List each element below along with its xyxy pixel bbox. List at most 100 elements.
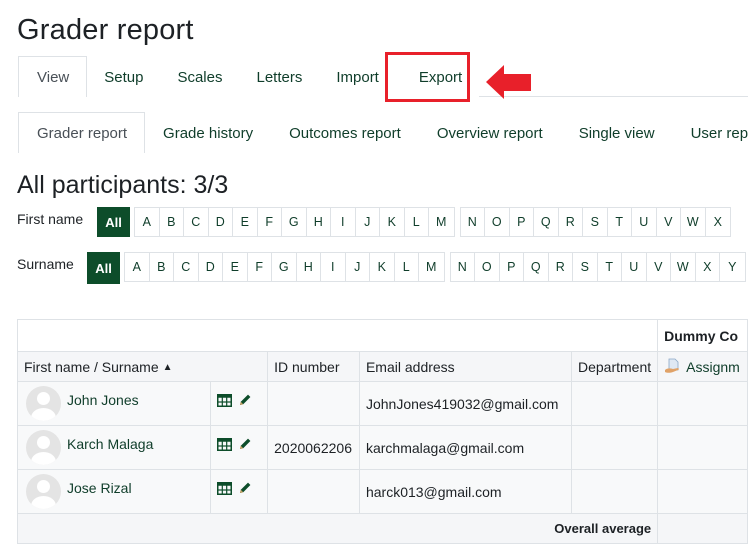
first-name-initial-m[interactable]: M bbox=[429, 208, 454, 236]
surname-initial-s[interactable]: S bbox=[573, 253, 598, 281]
tab-scales[interactable]: Scales bbox=[160, 56, 240, 97]
name-column-label[interactable]: First name / Surname bbox=[24, 359, 159, 375]
first-name-initial-k[interactable]: K bbox=[380, 208, 405, 236]
first-name-initial-u[interactable]: U bbox=[632, 208, 657, 236]
first-name-group-a-m: ABCDEFGHIJKLM bbox=[134, 207, 455, 237]
first-name-initial-a[interactable]: A bbox=[135, 208, 160, 236]
name-column-header[interactable]: First name / Surname ▲ bbox=[16, 351, 269, 382]
tab-export[interactable]: Export bbox=[395, 56, 480, 97]
surname-initial-u[interactable]: U bbox=[622, 253, 647, 281]
first-name-all-button[interactable]: All bbox=[97, 207, 130, 237]
surname-initial-f[interactable]: F bbox=[248, 253, 272, 281]
edit-pencil-icon[interactable] bbox=[238, 481, 252, 498]
sort-ascending-icon[interactable]: ▲ bbox=[163, 362, 173, 373]
assignment-link[interactable]: Assignm bbox=[686, 359, 740, 375]
table-row: Jose Rizal harck013@gmail.com bbox=[17, 469, 748, 514]
tab-user-report[interactable]: User report bbox=[672, 112, 748, 153]
first-name-initial-i[interactable]: I bbox=[331, 208, 356, 236]
first-name-initial-j[interactable]: J bbox=[356, 208, 380, 236]
surname-initial-e[interactable]: E bbox=[223, 253, 248, 281]
first-name-initial-o[interactable]: O bbox=[485, 208, 510, 236]
surname-initial-k[interactable]: K bbox=[370, 253, 395, 281]
first-name-initial-t[interactable]: T bbox=[608, 208, 632, 236]
user-report-grid-icon[interactable] bbox=[216, 481, 232, 498]
first-name-initial-x[interactable]: X bbox=[706, 208, 731, 236]
surname-initial-v[interactable]: V bbox=[647, 253, 671, 281]
surname-initial-t[interactable]: T bbox=[598, 253, 622, 281]
department-column-header[interactable]: Department bbox=[570, 351, 659, 382]
edit-pencil-icon[interactable] bbox=[238, 437, 252, 454]
tab-letters[interactable]: Letters bbox=[239, 56, 320, 97]
user-report-grid-icon[interactable] bbox=[216, 437, 232, 454]
assignment-grade-cell[interactable] bbox=[657, 425, 748, 470]
surname-initial-r[interactable]: R bbox=[549, 253, 573, 281]
user-name-link[interactable]: Jose Rizal bbox=[67, 480, 132, 496]
surname-initial-c[interactable]: C bbox=[174, 253, 199, 281]
surname-initial-w[interactable]: W bbox=[671, 253, 696, 281]
first-name-initial-v[interactable]: V bbox=[657, 208, 681, 236]
first-name-initial-d[interactable]: D bbox=[209, 208, 233, 236]
page-title: Grader report bbox=[17, 14, 194, 46]
surname-filter: Surname All ABCDEFGHIJKLM NOPQRSTUVWXY bbox=[17, 252, 748, 284]
first-name-initial-r[interactable]: R bbox=[559, 208, 583, 236]
surname-initial-j[interactable]: J bbox=[346, 253, 370, 281]
avatar[interactable] bbox=[26, 430, 61, 465]
surname-initial-h[interactable]: H bbox=[297, 253, 321, 281]
surname-initial-x[interactable]: X bbox=[696, 253, 720, 281]
first-name-initial-l[interactable]: L bbox=[405, 208, 429, 236]
surname-initial-l[interactable]: L bbox=[395, 253, 419, 281]
surname-initial-y[interactable]: Y bbox=[720, 253, 745, 281]
first-name-initial-c[interactable]: C bbox=[184, 208, 209, 236]
first-name-initial-n[interactable]: N bbox=[461, 208, 485, 236]
first-name-initial-w[interactable]: W bbox=[681, 208, 706, 236]
tab-single-view[interactable]: Single view bbox=[560, 112, 673, 153]
user-name-link[interactable]: John Jones bbox=[67, 392, 139, 408]
overall-average-row: Overall average bbox=[16, 513, 748, 544]
table-column-header-row: First name / Surname ▲ ID number Email ad… bbox=[16, 351, 748, 382]
surname-initial-d[interactable]: D bbox=[199, 253, 223, 281]
participants-heading: All participants: 3/3 bbox=[17, 171, 229, 199]
assignment-grade-cell[interactable] bbox=[657, 469, 748, 514]
tab-import[interactable]: Import bbox=[319, 56, 396, 97]
user-actions-cell bbox=[209, 381, 269, 426]
left-arrow-icon bbox=[486, 65, 531, 99]
first-name-initial-g[interactable]: G bbox=[282, 208, 307, 236]
edit-pencil-icon[interactable] bbox=[238, 393, 252, 410]
course-header-cell: Dummy Co bbox=[657, 319, 748, 352]
avatar[interactable] bbox=[26, 474, 61, 509]
first-name-initial-b[interactable]: B bbox=[160, 208, 184, 236]
first-name-initial-h[interactable]: H bbox=[307, 208, 331, 236]
surname-initial-b[interactable]: B bbox=[150, 253, 174, 281]
surname-initial-n[interactable]: N bbox=[451, 253, 475, 281]
first-name-initial-f[interactable]: F bbox=[258, 208, 282, 236]
surname-initial-g[interactable]: G bbox=[272, 253, 297, 281]
assignment-column-header[interactable]: Assignm bbox=[657, 351, 748, 382]
tab-view[interactable]: View bbox=[18, 56, 88, 97]
avatar[interactable] bbox=[26, 386, 61, 421]
first-name-initial-s[interactable]: S bbox=[583, 208, 608, 236]
surname-initial-o[interactable]: O bbox=[475, 253, 500, 281]
user-report-grid-icon[interactable] bbox=[216, 393, 232, 410]
tab-outcomes-report[interactable]: Outcomes report bbox=[271, 112, 419, 153]
tab-setup[interactable]: Setup bbox=[87, 56, 161, 97]
user-name-link[interactable]: Karch Malaga bbox=[67, 436, 153, 452]
email-cell: harck013@gmail.com bbox=[358, 469, 572, 514]
surname-initial-m[interactable]: M bbox=[419, 253, 444, 281]
surname-initial-q[interactable]: Q bbox=[524, 253, 549, 281]
surname-initial-a[interactable]: A bbox=[125, 253, 150, 281]
tab-grade-history[interactable]: Grade history bbox=[145, 112, 272, 153]
first-name-initial-q[interactable]: Q bbox=[534, 208, 559, 236]
first-name-initial-p[interactable]: P bbox=[510, 208, 534, 236]
first-name-initial-e[interactable]: E bbox=[233, 208, 258, 236]
tab-overview-report[interactable]: Overview report bbox=[418, 112, 561, 153]
surname-group-a-m: ABCDEFGHIJKLM bbox=[124, 252, 445, 282]
surname-initial-p[interactable]: P bbox=[500, 253, 524, 281]
tab-grader-report[interactable]: Grader report bbox=[18, 112, 146, 153]
surname-all-button[interactable]: All bbox=[87, 252, 120, 284]
table-top-header-row: Dummy Co bbox=[16, 319, 748, 352]
overall-average-value bbox=[657, 513, 748, 544]
assignment-grade-cell[interactable] bbox=[657, 381, 748, 426]
surname-initial-i[interactable]: I bbox=[321, 253, 346, 281]
email-column-header[interactable]: Email address bbox=[358, 351, 572, 382]
id-number-column-header[interactable]: ID number bbox=[267, 351, 360, 382]
